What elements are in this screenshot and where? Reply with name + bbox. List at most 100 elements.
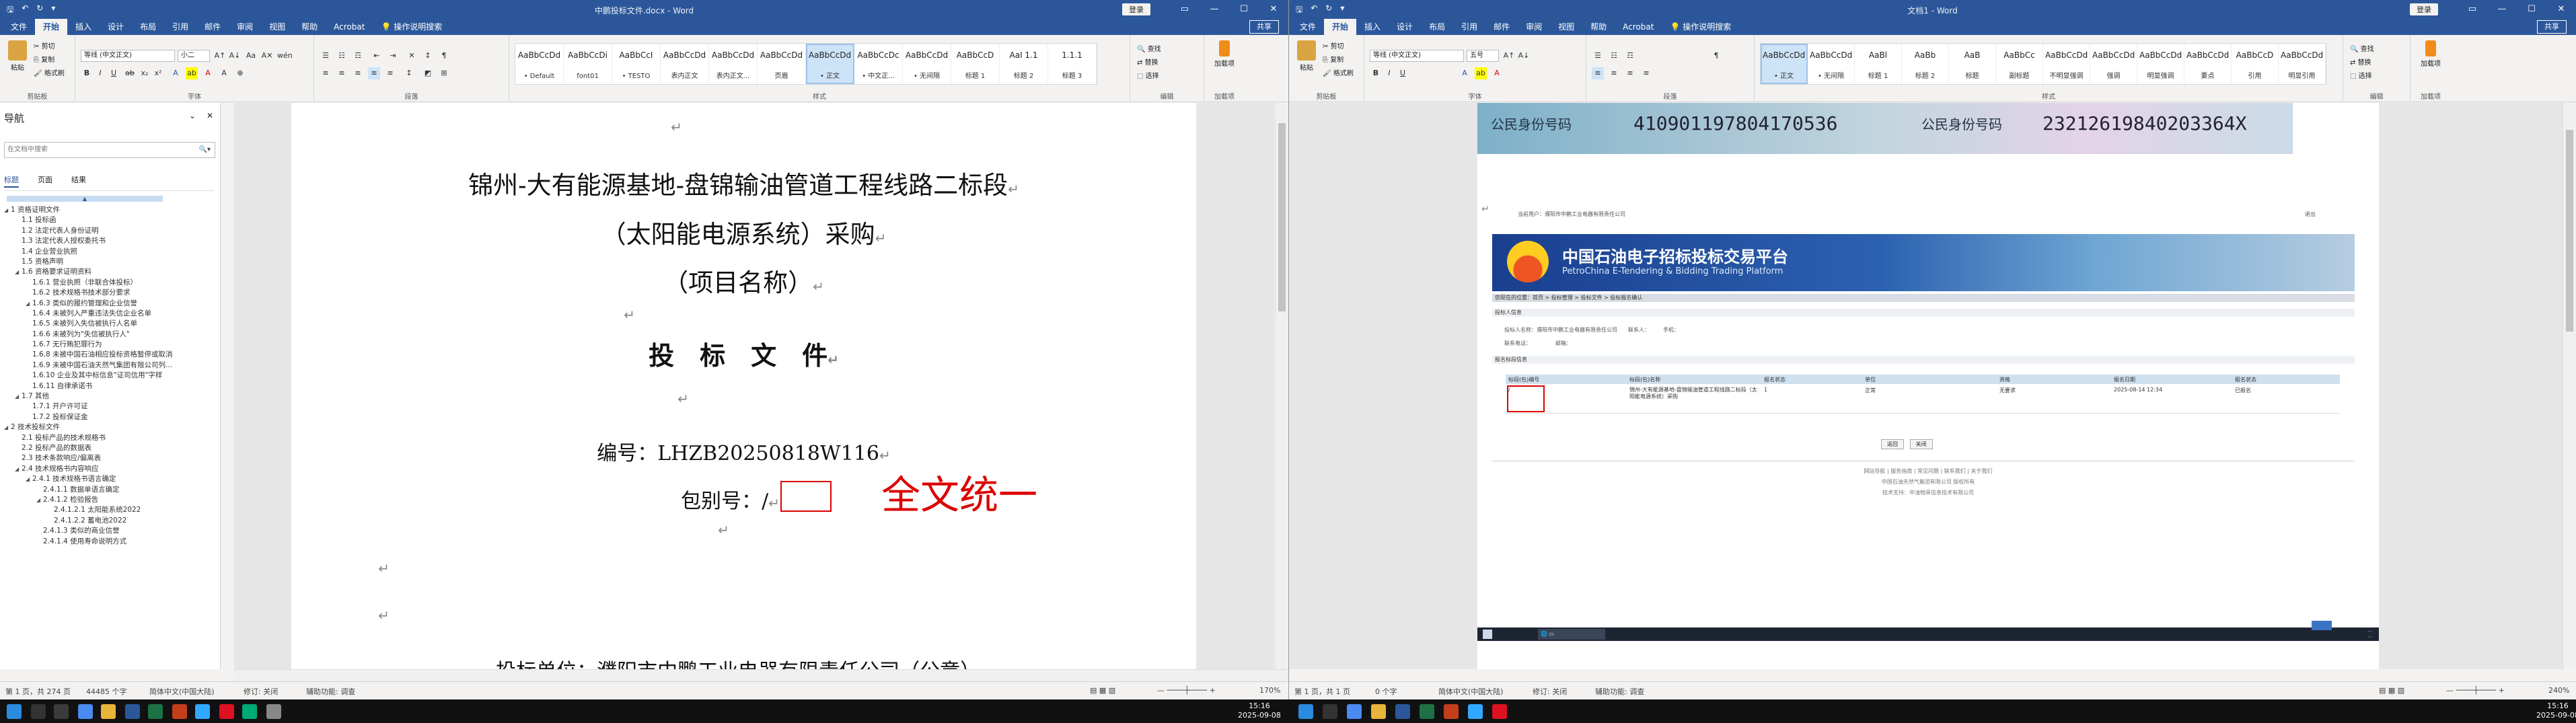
share-button[interactable]: 共享 (2537, 20, 2567, 34)
powerpoint-icon[interactable] (1444, 704, 1459, 719)
justify-icon[interactable]: ≡ (1640, 67, 1652, 79)
wechat-icon[interactable] (242, 704, 257, 719)
style-item[interactable]: AaBl 标题 1 (1855, 44, 1902, 84)
photoshop-icon[interactable] (1468, 704, 1483, 719)
select-button[interactable]: ⬚ 选择 (2350, 70, 2374, 83)
zoom-level[interactable]: 240% (2548, 686, 2569, 695)
tab-review[interactable]: 审阅 (1518, 19, 1550, 35)
acrobat-icon[interactable] (1492, 704, 1507, 719)
language[interactable]: 简体中文(中国大陆) (149, 686, 215, 697)
nav-item[interactable]: 1.6.6 未被列为"失信被执行人" (0, 330, 220, 340)
acrobat-icon[interactable] (219, 704, 234, 719)
nav-item[interactable]: 2.4.1.1 数据单语言确定 (0, 485, 220, 495)
tab-help[interactable]: 帮助 (1582, 19, 1615, 35)
expand-icon[interactable]: ◢ (26, 299, 32, 309)
tab-layout[interactable]: 布局 (132, 19, 164, 35)
bold-icon[interactable]: B (81, 67, 93, 79)
taskbar-clock-right[interactable]: 15:16 2025-09-08 (2536, 701, 2576, 720)
tab-references[interactable]: 引用 (1453, 19, 1485, 35)
nav-item[interactable]: 1.7.2 投标保证金 (0, 412, 220, 422)
tab-file[interactable]: 文件 (1292, 19, 1324, 35)
chinese-layout-icon[interactable]: ✕ (406, 50, 418, 62)
style-item[interactable]: AaI 1.1 标题 2 (1000, 44, 1048, 84)
nav-item[interactable]: 1.4 企业营业执照 (0, 247, 220, 257)
tell-me-search[interactable]: 💡 操作说明搜索 (373, 19, 450, 35)
nav-item[interactable]: 1.6.11 自律承诺书 (0, 381, 220, 391)
nav-item[interactable]: 1.2 法定代表人身份证明 (0, 226, 220, 236)
search-icon[interactable]: 🔍▾ (199, 143, 211, 157)
style-item[interactable]: AaBbCcDd 页眉 (758, 44, 806, 84)
nav-item[interactable]: 1.1 投标函 (0, 215, 220, 225)
excel-icon[interactable] (1420, 704, 1434, 719)
start-icon[interactable] (7, 704, 22, 719)
track-changes[interactable]: 修订: 关闭 (1533, 686, 1567, 697)
style-item[interactable]: AaBbCcDd 表内正文... (709, 44, 758, 84)
tab-insert[interactable]: 插入 (67, 19, 100, 35)
style-item[interactable]: AaBb 标题 2 (1902, 44, 1949, 84)
page-count[interactable]: 第 1 页，共 274 页 (5, 686, 71, 697)
style-item[interactable]: AaBbCcDd 明显强调 (2137, 44, 2184, 84)
font-name-box[interactable]: 等线 (中文正文) (1370, 50, 1464, 62)
style-item[interactable]: AaB 标题 (1949, 44, 1996, 84)
login-button[interactable]: 登录 (2410, 3, 2438, 15)
grow-font-icon[interactable]: A↑ (1503, 50, 1515, 62)
align-left-icon[interactable]: ≡ (320, 67, 332, 79)
portal-back-button[interactable]: 返回 (1881, 439, 1904, 449)
nav-search-input[interactable]: 在文档中搜索 🔍▾ (4, 142, 215, 158)
nav-tab-headings[interactable]: 标题 (4, 174, 19, 188)
style-item[interactable]: AaBbCcDc • 中文正... (854, 44, 903, 84)
enclose-char-icon[interactable]: ⊕ (234, 67, 246, 79)
bullets-icon[interactable]: ☰ (320, 50, 332, 62)
font-color-icon[interactable]: A (1491, 67, 1503, 79)
expand-icon[interactable]: ◢ (15, 391, 22, 402)
excel-icon[interactable] (148, 704, 163, 719)
tab-acrobat[interactable]: Acrobat (1615, 19, 1662, 35)
align-right-icon[interactable]: ≡ (352, 67, 364, 79)
nav-item[interactable]: 1.6.5 未被列入失信被执行人名单 (0, 319, 220, 329)
vertical-scrollbar[interactable] (2563, 103, 2576, 669)
nav-item[interactable]: ◢ 1.6.3 类似的履约管理和企业信誉 (0, 299, 220, 309)
word-count[interactable]: 44485 个字 (86, 686, 127, 697)
underline-icon[interactable]: U (1397, 67, 1409, 79)
tab-acrobat[interactable]: Acrobat (326, 19, 373, 35)
powerpoint-icon[interactable] (172, 704, 187, 719)
nav-item[interactable]: ◢ 2 技术投标文件 (0, 422, 220, 432)
expand-icon[interactable]: ◢ (4, 205, 11, 215)
copy-button[interactable]: ⎘ 复制 (1323, 54, 1354, 67)
text-effects-icon[interactable]: A (1459, 67, 1471, 79)
tab-design[interactable]: 设计 (100, 19, 132, 35)
italic-icon[interactable]: I (94, 67, 106, 79)
multilevel-icon[interactable]: ☶ (352, 50, 364, 62)
nav-item[interactable]: 1.6.2 技术规格书技术部分要求 (0, 288, 220, 298)
replace-button[interactable]: ⇄ 替换 (1137, 56, 1161, 70)
close-icon[interactable]: ✕ (2546, 0, 2576, 19)
nav-item[interactable]: 2.4.1.4 使用寿命说明方式 (0, 537, 220, 547)
find-button[interactable]: 🔍 查找 (2350, 43, 2374, 56)
style-item[interactable]: AaBbCcD 标题 1 (951, 44, 1000, 84)
style-item[interactable]: AaBbCcDd 强调 (2090, 44, 2137, 84)
shrink-font-icon[interactable]: A↓ (1518, 50, 1530, 62)
tab-view[interactable]: 视图 (1550, 19, 1582, 35)
zoom-level[interactable]: 170% (1259, 686, 1280, 695)
style-item[interactable]: AaBbCcDd • Default (515, 44, 564, 84)
word-count[interactable]: 0 个字 (1375, 686, 1397, 697)
ribbon-display-icon[interactable]: ▭ (2458, 0, 2487, 19)
scroll-thumb[interactable] (1278, 123, 1286, 311)
tab-mailings[interactable]: 邮件 (1485, 19, 1518, 35)
search-icon[interactable] (31, 704, 46, 719)
copy-button[interactable]: ⎘ 复制 (34, 54, 65, 67)
numbering-icon[interactable]: ☷ (1608, 50, 1620, 62)
accessibility[interactable]: 辅助功能: 调查 (306, 686, 355, 697)
tab-design[interactable]: 设计 (1389, 19, 1421, 35)
distributed-icon[interactable]: ≡ (384, 67, 396, 79)
expand-icon[interactable]: ◢ (15, 464, 22, 474)
style-item[interactable]: AaBbCcDd • 无间隔 (903, 44, 951, 84)
nav-item[interactable]: 1.7.1 开户许可证 (0, 402, 220, 412)
expand-icon[interactable]: ◢ (26, 474, 32, 484)
cut-button[interactable]: ✂ 剪切 (34, 40, 65, 54)
tab-home[interactable]: 开始 (35, 19, 68, 35)
style-item[interactable]: AaBbCcDd • 正文 (806, 44, 854, 84)
minimize-icon[interactable]: — (2487, 0, 2517, 19)
grow-font-icon[interactable]: A↑ (214, 50, 226, 62)
nav-tab-results[interactable]: 结果 (71, 174, 86, 188)
